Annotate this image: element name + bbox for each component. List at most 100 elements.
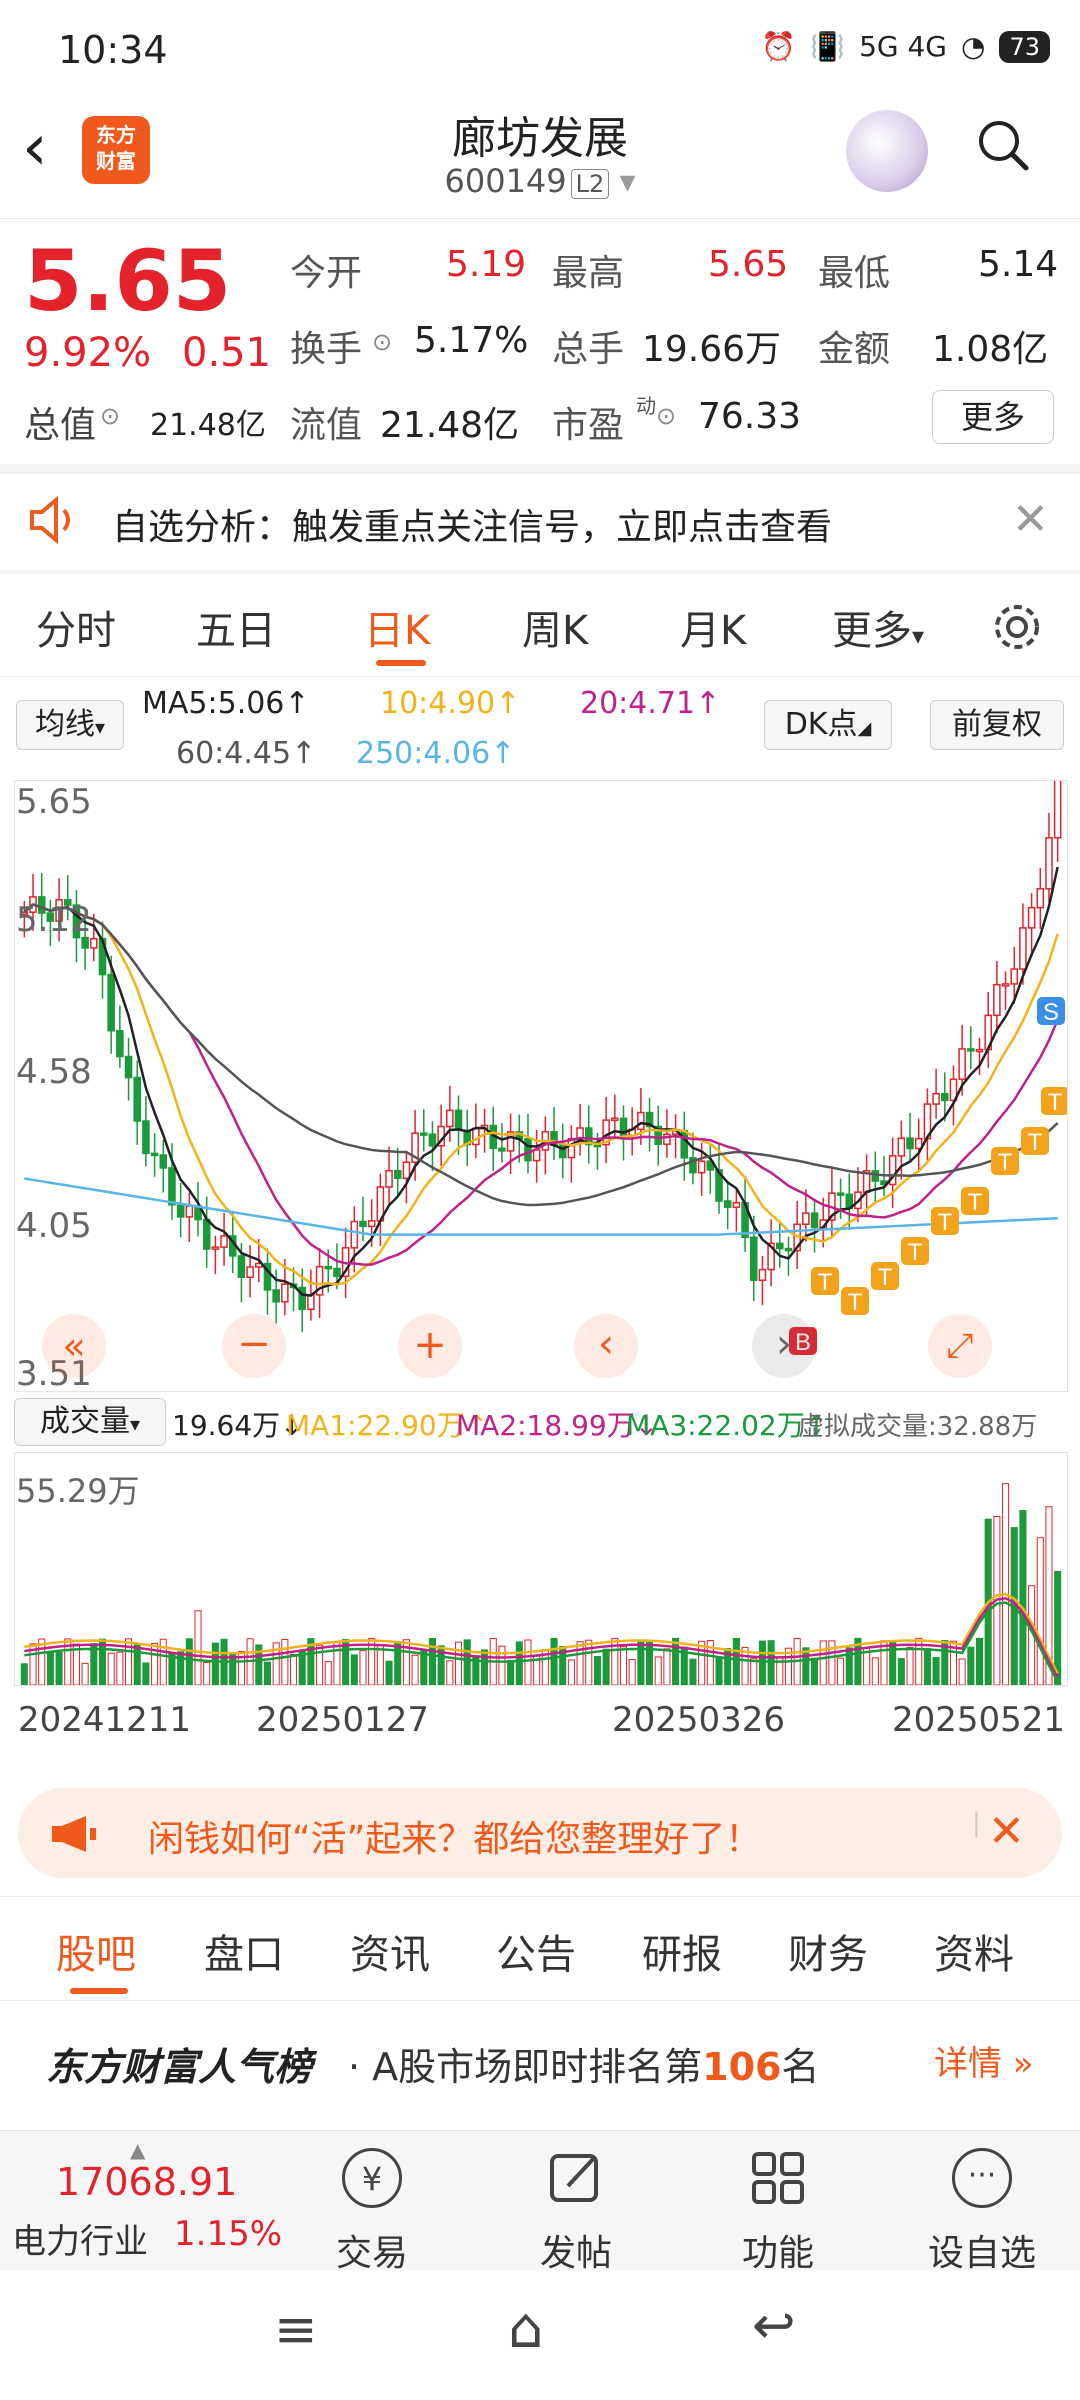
kline-chart[interactable]: BSTTTTTTTTT (14, 756, 1069, 1392)
t-marker[interactable]: T (1041, 1087, 1069, 1116)
t-marker[interactable]: T (1021, 1127, 1049, 1156)
tab-weekly-k[interactable]: 周K (522, 598, 588, 656)
home-icon[interactable]: ⌂ (508, 2296, 544, 2361)
divider (0, 464, 1080, 474)
more-button[interactable]: 更多 (932, 390, 1054, 444)
candle-body (454, 1109, 463, 1131)
t-marker[interactable]: T (841, 1287, 869, 1316)
fullscreen-icon[interactable]: ⤢ (928, 1314, 992, 1378)
volume-bar (758, 1640, 766, 1686)
ma5-value: MA5:5.06↑ (142, 686, 310, 721)
nav-trade[interactable]: 交易 (302, 2224, 442, 2276)
volume-bar (55, 1652, 63, 1686)
candle-body (281, 1283, 289, 1303)
volume-bar (967, 1646, 975, 1686)
nav-add-watchlist[interactable]: 设自选 (912, 2224, 1052, 2276)
kline-svg: BSTTTTTTTTT (20, 756, 1069, 1356)
tab-orderbook[interactable]: 盘口 (204, 1922, 284, 1980)
candle-body (993, 983, 1001, 1017)
info-icon[interactable]: ⊙ (100, 402, 120, 430)
nav-post[interactable]: 发帖 (506, 2224, 646, 2276)
svg-text:S: S (1043, 999, 1059, 1026)
candle-body (211, 1246, 220, 1250)
alert-text[interactable]: 自选分析：触发重点关注信号，立即点击查看 (112, 498, 832, 550)
volume-bar (889, 1640, 897, 1686)
industry-name[interactable]: 电力行业 (12, 2214, 148, 2263)
pe-info-icon[interactable]: ⊙ (656, 402, 676, 430)
more-dots-icon[interactable]: ··· (952, 2148, 1012, 2208)
candle-body (871, 1170, 880, 1182)
volume-bar (975, 1637, 984, 1686)
ma10-line (23, 903, 1059, 1286)
volume-selector[interactable]: 成交量▾ (14, 1398, 166, 1446)
close-icon[interactable]: ✕ (1012, 494, 1049, 545)
tab-profile[interactable]: 资料 (934, 1922, 1014, 1980)
y-label-3: 4.58 (16, 1052, 92, 1092)
volume-bar (672, 1637, 680, 1686)
tab-forum[interactable]: 股吧 (56, 1922, 136, 1980)
tab-research[interactable]: 研报 (642, 1922, 722, 1980)
t-marker[interactable]: T (931, 1207, 959, 1236)
scroll-left-icon[interactable]: ‹ (574, 1314, 638, 1378)
status-bar: 10:34 ⏰ 📳 5G 4G ◔ 73 (0, 0, 1080, 100)
grid-icon[interactable] (748, 2148, 808, 2208)
scroll-right-icon[interactable]: › (752, 1314, 816, 1378)
candle-body (133, 1076, 142, 1122)
dropdown-icon: ▾ (129, 1412, 141, 1436)
trade-icon[interactable]: ¥ (342, 2148, 402, 2208)
t-marker[interactable]: T (811, 1267, 839, 1296)
back-nav-icon[interactable]: ↩ (752, 2296, 796, 2356)
divider (0, 570, 1080, 574)
svg-text:T: T (878, 1264, 893, 1291)
rank-detail-link[interactable]: 详情 » (934, 2036, 1034, 2085)
tab-news[interactable]: 资讯 (350, 1922, 430, 1980)
volume-bar (142, 1662, 150, 1686)
tab-daily-k[interactable]: 日K (364, 598, 430, 656)
volume-bar (863, 1647, 871, 1686)
svg-text:T: T (1028, 1129, 1043, 1156)
open-label: 今开 (290, 253, 363, 294)
tab-announcements[interactable]: 公告 (496, 1922, 576, 1980)
t-marker[interactable]: T (961, 1187, 989, 1216)
t-marker[interactable]: T (901, 1237, 929, 1266)
tab-more[interactable]: 更多▾ (832, 598, 924, 656)
date-label-2: 20250127 (256, 1700, 430, 1740)
low-value: 5.14 (978, 244, 1059, 285)
nav-function[interactable]: 功能 (708, 2224, 848, 2276)
edit-icon[interactable] (546, 2148, 606, 2208)
active-tab-underline (376, 660, 426, 666)
volume-svg (20, 1483, 1062, 1686)
t-marker[interactable]: T (991, 1147, 1019, 1176)
tab-five-day[interactable]: 五日 (196, 598, 276, 656)
volume-bar (359, 1650, 367, 1686)
assistant-avatar[interactable] (846, 110, 928, 192)
menu-icon[interactable]: ≡ (274, 2300, 318, 2360)
volume-chart[interactable] (14, 1452, 1068, 1686)
indicator-selector[interactable]: 均线▾ (16, 700, 124, 750)
ad-text[interactable]: 闲钱如何“活”起来？都给您整理好了！ (148, 1810, 761, 1862)
gear-icon[interactable] (990, 600, 1044, 654)
sell-marker[interactable]: S (1037, 997, 1065, 1026)
turnover-info-icon[interactable]: ⊙ (372, 328, 392, 356)
candle-body (159, 1154, 168, 1169)
zoom-out-icon[interactable]: − (222, 1314, 286, 1378)
tab-intraday[interactable]: 分时 (36, 598, 116, 656)
svg-text:T: T (848, 1289, 863, 1316)
rewind-icon[interactable]: « (42, 1314, 106, 1378)
dk-point-button[interactable]: DK点◢ (764, 700, 892, 750)
search-icon[interactable] (976, 118, 1030, 172)
industry-index-value[interactable]: 17068.91 (56, 2160, 237, 2204)
t-marker[interactable]: T (871, 1262, 899, 1291)
tab-finance[interactable]: 财务 (788, 1922, 868, 1980)
tab-monthly-k[interactable]: 月K (680, 598, 746, 656)
volume-bar (880, 1640, 888, 1686)
candle-body (1036, 888, 1045, 909)
zoom-in-icon[interactable]: + (398, 1314, 462, 1378)
ad-close-icon[interactable]: ✕ (988, 1806, 1025, 1857)
volume-bar (446, 1660, 454, 1686)
candle-body (637, 1111, 645, 1131)
volume-bar (663, 1648, 671, 1686)
candle-body (1045, 837, 1053, 890)
change-percent: 9.92% (24, 330, 152, 376)
adjust-button[interactable]: 前复权 (930, 700, 1064, 750)
